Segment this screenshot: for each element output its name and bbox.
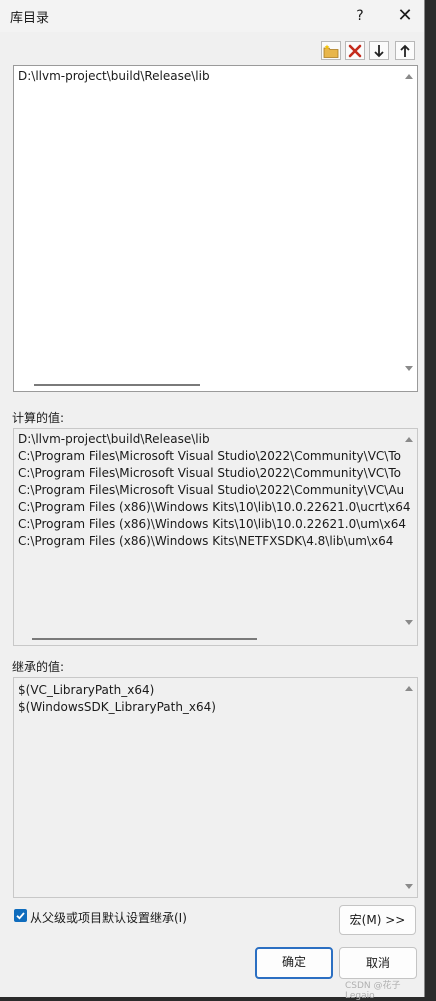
scroll-down-icon[interactable] (404, 365, 414, 373)
library-directories-dialog: 库目录 ? ✕ D:\llvm-project\build\Release\li… (0, 0, 425, 1001)
list-item: C:\Program Files\Microsoft Visual Studio… (18, 483, 405, 497)
inherited-values-label: 继承的值: (12, 660, 65, 674)
list-item: C:\Program Files\Microsoft Visual Studio… (18, 449, 401, 463)
new-folder-icon (323, 44, 339, 58)
directories-list[interactable]: D:\llvm-project\build\Release\lib (13, 65, 418, 392)
delete-x-icon (348, 44, 362, 57)
inherited-values-list: $(VC_LibraryPath_x64) $(WindowsSDK_Libra… (13, 677, 418, 898)
list-item: C:\Program Files (x86)\Windows Kits\10\l… (18, 517, 406, 531)
help-button[interactable]: ? (348, 4, 372, 28)
list-item: $(WindowsSDK_LibraryPath_x64) (18, 700, 216, 714)
move-down-button[interactable] (369, 41, 389, 60)
cancel-button[interactable]: 取消 (339, 947, 417, 979)
list-item: $(VC_LibraryPath_x64) (18, 683, 155, 697)
move-up-button[interactable] (395, 41, 415, 60)
macros-button[interactable]: 宏(M) >> (339, 905, 416, 935)
arrow-down-icon (374, 44, 384, 57)
dialog-title: 库目录 (10, 11, 50, 26)
scroll-up-icon[interactable] (404, 435, 414, 443)
list-item: C:\Program Files (x86)\Windows Kits\NETF… (18, 534, 394, 548)
title-bar: 库目录 ? ✕ (0, 0, 424, 32)
scroll-down-icon[interactable] (404, 883, 414, 891)
vertical-scrollbar[interactable] (401, 429, 417, 645)
delete-button[interactable] (345, 41, 365, 60)
list-item[interactable]: D:\llvm-project\build\Release\lib (18, 68, 210, 85)
horizontal-scrollbar-thumb[interactable] (34, 384, 200, 386)
new-line-button[interactable] (321, 41, 341, 60)
scroll-up-icon[interactable] (404, 72, 414, 80)
inherit-checkbox[interactable] (14, 909, 27, 922)
evaluated-values-label: 计算的值: (12, 411, 65, 425)
watermark: CSDN @花子Legaio (345, 981, 401, 1001)
list-item: C:\Program Files\Microsoft Visual Studio… (18, 466, 401, 480)
inherit-checkbox-label[interactable]: 从父级或项目默认设置继承(I) (30, 909, 187, 926)
arrow-up-icon (400, 44, 410, 57)
list-item: D:\llvm-project\build\Release\lib (18, 432, 210, 446)
scroll-up-icon[interactable] (404, 684, 414, 692)
evaluated-values-list: D:\llvm-project\build\Release\lib C:\Pro… (13, 428, 418, 646)
ok-button[interactable]: 确定 (255, 947, 333, 979)
checkmark-icon (16, 912, 25, 920)
vertical-scrollbar[interactable] (401, 66, 417, 391)
horizontal-scrollbar-thumb[interactable] (32, 638, 257, 640)
close-button[interactable]: ✕ (392, 4, 418, 28)
scroll-down-icon[interactable] (404, 619, 414, 627)
list-item: C:\Program Files (x86)\Windows Kits\10\l… (18, 500, 411, 514)
vertical-scrollbar[interactable] (401, 678, 417, 897)
